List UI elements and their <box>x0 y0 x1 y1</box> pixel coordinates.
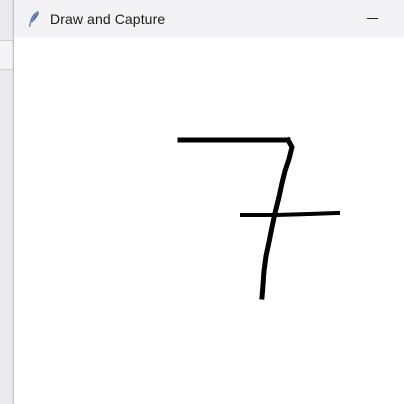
feather-icon <box>26 10 42 27</box>
background-window-tab <box>0 40 13 70</box>
minimize-button[interactable] <box>352 0 392 37</box>
window-title: Draw and Capture <box>50 10 166 27</box>
background-window-edge <box>0 0 14 404</box>
app-window: Draw and Capture <box>14 0 404 404</box>
stroke-diagonal <box>259 136 295 300</box>
stroke-cross-bar <box>240 210 341 217</box>
drawing-canvas[interactable] <box>14 37 404 404</box>
title-bar[interactable]: Draw and Capture <box>14 0 404 37</box>
desktop: Draw and Capture <box>0 0 404 404</box>
drawing-surface <box>177 136 341 300</box>
minimize-icon <box>366 17 378 19</box>
